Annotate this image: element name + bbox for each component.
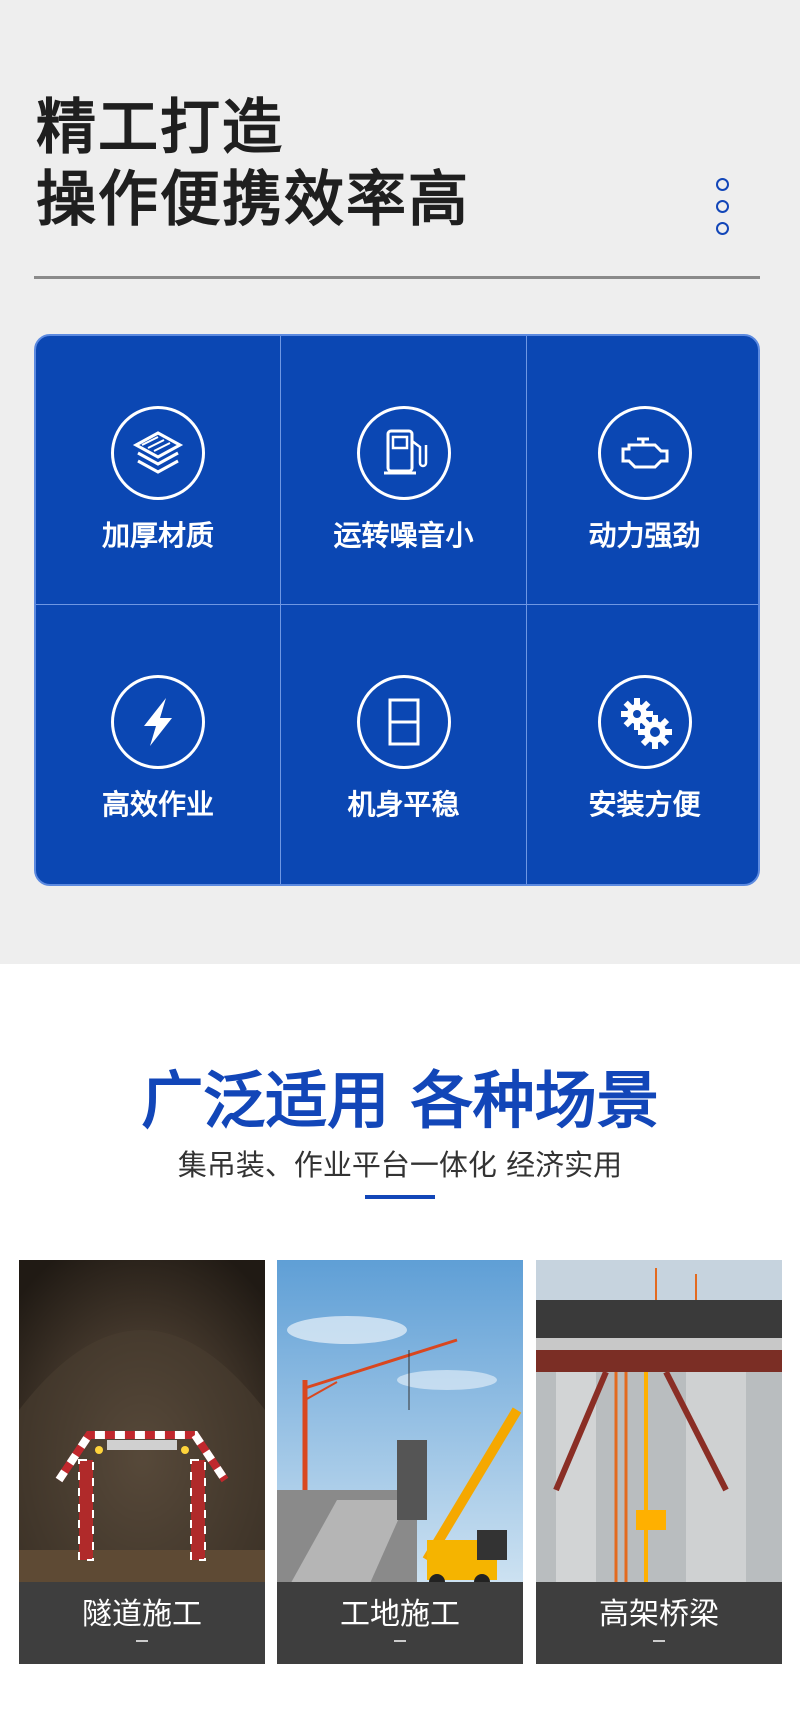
headline-line-1: 精工打造 — [36, 93, 284, 163]
site-construction-image — [277, 1260, 523, 1590]
features-section: 精工打造 操作便携效率高 加厚材质 运转噪音小 动力强劲 高效作业 机身平稳 安… — [0, 0, 800, 964]
tunnel-construction-image — [19, 1260, 265, 1590]
feature-label: 机身平稳 — [347, 788, 460, 821]
feature-label: 加厚材质 — [101, 519, 214, 552]
feature-label: 高效作业 — [101, 788, 214, 821]
layers-icon — [111, 406, 205, 500]
feature-label: 安装方便 — [588, 788, 701, 821]
scenes-title: 广泛适用 各种场景 — [141, 1064, 659, 1137]
stable-frame-icon — [356, 675, 451, 769]
feature-item-strong-power: 动力强劲 — [527, 336, 758, 612]
scene-card-site[interactable]: 工地施工 — [277, 1260, 523, 1664]
scene-caption: 隧道施工 — [19, 1582, 265, 1664]
scene-label: 工地施工 — [340, 1597, 460, 1632]
scenes-subtitle: 集吊装、作业平台一体化 经济实用 — [177, 1148, 623, 1182]
feature-item-stable-body: 机身平稳 — [281, 605, 526, 881]
divider — [34, 276, 760, 279]
feature-item-low-noise: 运转噪音小 — [281, 336, 526, 612]
bridge-construction-image — [536, 1260, 782, 1590]
headline: 精工打造 操作便携效率高 — [36, 92, 470, 236]
fuel-pump-icon — [356, 406, 451, 500]
scene-caption: 高架桥梁 — [536, 1582, 782, 1664]
engine-icon — [597, 406, 692, 500]
feature-label: 运转噪音小 — [333, 519, 474, 552]
feature-grid: 加厚材质 运转噪音小 动力强劲 高效作业 机身平稳 安装方便 — [34, 334, 760, 886]
scene-card-tunnel[interactable]: 隧道施工 — [19, 1260, 265, 1664]
title-underline — [365, 1195, 435, 1199]
more-dots-icon — [716, 178, 730, 244]
scene-label: 高架桥梁 — [599, 1597, 719, 1632]
scene-label: 隧道施工 — [82, 1597, 202, 1632]
headline-line-2: 操作便携效率高 — [36, 165, 470, 235]
feature-item-easy-install: 安装方便 — [527, 605, 758, 881]
scene-card-bridge[interactable]: 高架桥梁 — [536, 1260, 782, 1664]
feature-item-thick-material: 加厚材质 — [36, 336, 280, 612]
feature-item-high-efficiency: 高效作业 — [36, 605, 280, 881]
scene-caption: 工地施工 — [277, 1582, 523, 1664]
gears-icon — [597, 675, 692, 769]
feature-label: 动力强劲 — [588, 519, 701, 552]
lightning-icon — [111, 675, 205, 769]
